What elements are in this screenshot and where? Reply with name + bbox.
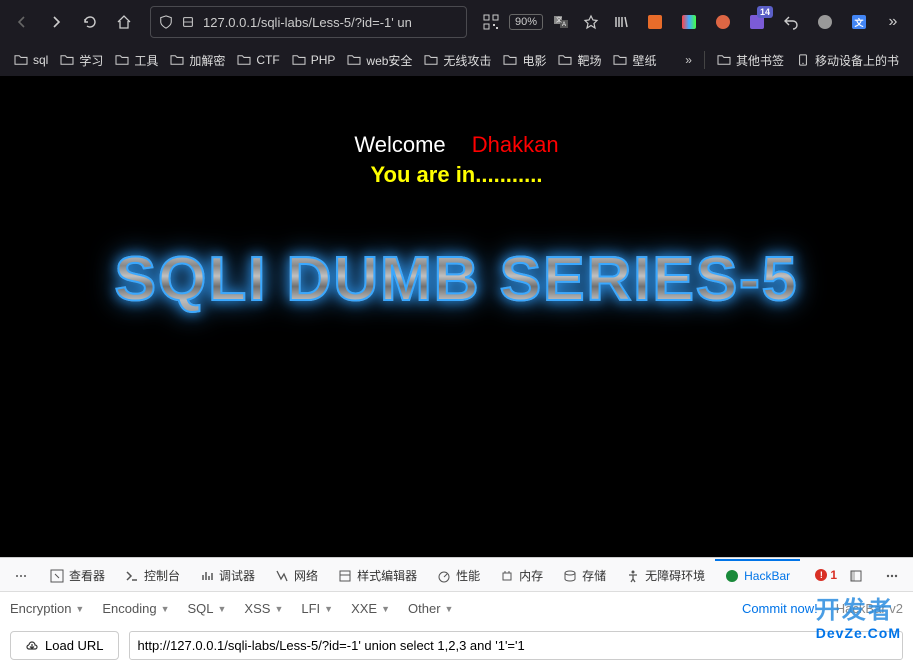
devtools-tab-a11y[interactable]: 无障碍环境 — [616, 559, 715, 590]
ext-icon-5[interactable] — [813, 10, 837, 34]
error-indicator[interactable]: ! 1 — [815, 568, 837, 582]
bookmark-folder[interactable]: 无线攻击 — [418, 48, 497, 73]
url-text: 127.0.0.1/sqli-labs/Less-5/?id=-1' un — [203, 15, 412, 30]
hackbar-menu-encryption[interactable]: Encryption▼ — [10, 601, 84, 616]
page-content: Welcome Dhakkan You are in........... SQ… — [0, 76, 913, 557]
devtools-tab-console[interactable]: 控制台 — [115, 559, 190, 590]
hackbar-menu-xxe[interactable]: XXE▼ — [351, 601, 390, 616]
bookmark-folder[interactable]: sql — [8, 48, 54, 73]
library-icon[interactable] — [609, 10, 633, 34]
devtools-tab-storage[interactable]: 存储 — [553, 559, 616, 590]
ext-badge: 14 — [757, 6, 773, 18]
bookmark-folder[interactable]: web安全 — [341, 48, 418, 73]
cloud-download-icon — [25, 640, 39, 652]
banner-text: SQLI DUMB SERIES-5 — [115, 245, 799, 314]
ext-icon-2[interactable] — [677, 10, 701, 34]
undo-icon[interactable] — [779, 10, 803, 34]
ext-icon-6[interactable]: 文 — [847, 10, 871, 34]
devtools-tab-perf[interactable]: 性能 — [427, 559, 490, 590]
devtools-tab-inspector[interactable]: 查看器 — [40, 559, 115, 590]
devtools-tab-network[interactable]: 网络 — [265, 559, 328, 590]
divider — [704, 51, 705, 69]
devtools-tab-debugger[interactable]: 调试器 — [190, 559, 265, 590]
zoom-level[interactable]: 90% — [509, 14, 543, 30]
bookmark-folder[interactable]: 其他书签 — [711, 48, 790, 73]
bookmark-star-icon[interactable] — [579, 10, 603, 34]
dhakkan-text: Dhakkan — [472, 132, 559, 157]
forward-button[interactable] — [42, 8, 70, 36]
devtools-options[interactable] — [4, 561, 38, 589]
devtools-customize[interactable] — [839, 561, 873, 589]
bookmarks-overflow[interactable]: » — [679, 49, 698, 71]
ext-icon-1[interactable] — [643, 10, 667, 34]
devtools-more[interactable] — [875, 561, 909, 589]
ext-icon-4[interactable]: 14 — [745, 10, 769, 34]
commit-link[interactable]: Commit now! — [742, 601, 818, 616]
hackbar-menu-sql[interactable]: SQL▼ — [187, 601, 226, 616]
bookmark-folder[interactable]: 学习 — [54, 48, 109, 73]
hackbar-menu-encoding[interactable]: Encoding▼ — [102, 601, 169, 616]
bookmark-folder[interactable]: PHP — [286, 48, 342, 73]
overflow-icon[interactable]: » — [881, 10, 905, 34]
hackbar-menu: Encryption▼ Encoding▼ SQL▼ XSS▼ LFI▼ XXE▼ Othe… — [0, 591, 913, 625]
hackbar-menu-other[interactable]: Other▼ — [408, 601, 453, 616]
load-url-button[interactable]: Load URL — [10, 631, 119, 660]
devtools-tabs: 查看器控制台调试器网络样式编辑器性能内存存储无障碍环境HackBar ! 1 — [0, 557, 913, 591]
hackbar-menu-xss[interactable]: XSS▼ — [244, 601, 283, 616]
bookmark-folder[interactable]: 工具 — [109, 48, 164, 73]
back-button[interactable] — [8, 8, 36, 36]
hackbar-menu-lfi[interactable]: LFI▼ — [301, 601, 333, 616]
browser-nav-bar: 127.0.0.1/sqli-labs/Less-5/?id=-1' un 90… — [0, 0, 913, 44]
devtools-tab-style[interactable]: 样式编辑器 — [328, 559, 427, 590]
bookmark-folder[interactable]: 靶场 — [552, 48, 607, 73]
devtools-tab-memory[interactable]: 内存 — [490, 559, 553, 590]
ext-icon-3[interactable] — [711, 10, 735, 34]
bookmarks-bar: sql学习工具加解密CTFPHPweb安全无线攻击电影靶场壁纸 » 其他书签移动… — [0, 44, 913, 76]
lock-icon — [181, 15, 195, 29]
svg-text:A: A — [562, 22, 566, 28]
translate-icon[interactable]: 文A — [549, 10, 573, 34]
devtools-tab-hackbar[interactable]: HackBar — [715, 559, 800, 590]
hackbar-version: HackBar v2 — [836, 601, 903, 616]
banner: SQLI DUMB SERIES-5 — [0, 244, 913, 315]
url-bar[interactable]: 127.0.0.1/sqli-labs/Less-5/?id=-1' un — [150, 6, 467, 38]
hackbar-input-row: Load URL 开发者 DevZe.CoM — [0, 625, 913, 669]
bookmark-folder[interactable]: CTF — [231, 48, 285, 73]
bookmark-folder[interactable]: 电影 — [497, 48, 552, 73]
welcome-text: Welcome — [354, 132, 445, 157]
bookmark-folder[interactable]: 壁纸 — [607, 48, 662, 73]
qr-icon[interactable] — [479, 10, 503, 34]
welcome-line: Welcome Dhakkan — [0, 132, 913, 158]
shield-icon — [159, 15, 173, 29]
bookmark-folder[interactable]: 加解密 — [164, 48, 231, 73]
bookmark-folder[interactable]: 移动设备上的书 — [790, 48, 905, 73]
you-are-in-text: You are in........... — [0, 162, 913, 188]
hackbar-url-input[interactable] — [129, 631, 903, 660]
home-button[interactable] — [110, 8, 138, 36]
reload-button[interactable] — [76, 8, 104, 36]
